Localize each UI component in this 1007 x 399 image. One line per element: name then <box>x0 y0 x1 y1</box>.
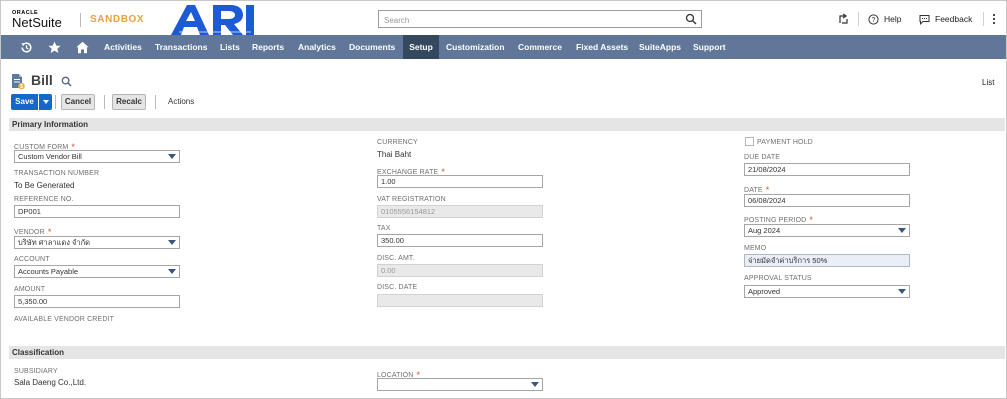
recent-history-icon[interactable] <box>20 41 33 54</box>
nav-reports[interactable]: Reports <box>252 35 284 59</box>
feedback-icon <box>919 14 930 25</box>
header-divider <box>858 12 859 26</box>
account-label: ACCOUNT <box>14 256 50 263</box>
disc-date-field <box>377 294 543 307</box>
due-date-input[interactable]: 21/08/2024 <box>744 163 910 176</box>
ari-company-logo <box>171 5 254 35</box>
nav-setup[interactable]: Setup <box>403 35 439 59</box>
feedback-link[interactable]: Feedback <box>919 13 972 25</box>
list-link[interactable]: List <box>982 78 994 87</box>
help-label: Help <box>884 14 902 24</box>
section-classification[interactable]: Classification <box>9 346 1005 359</box>
global-search[interactable] <box>378 10 702 28</box>
nav-lists[interactable]: Lists <box>220 35 240 59</box>
more-options-icon[interactable] <box>991 13 997 25</box>
amount-input[interactable]: 5,350.00 <box>14 295 180 308</box>
section-primary-information[interactable]: Primary Information <box>9 118 1005 131</box>
nav-support[interactable]: Support <box>693 35 726 59</box>
available-vendor-credit-label: AVAILABLE VENDOR CREDIT <box>14 316 115 323</box>
tax-input[interactable]: 350.00 <box>377 234 543 247</box>
top-header: ORACLE NetSuite SANDBOX ? Help Feedba <box>1 1 1006 35</box>
exchange-rate-input[interactable]: 1.00 <box>377 175 543 188</box>
date-input[interactable]: 06/08/2024 <box>744 194 910 207</box>
payment-hold-checkbox[interactable] <box>745 137 754 146</box>
svg-text:?: ? <box>872 17 876 24</box>
actions-menu[interactable]: Actions <box>168 97 194 106</box>
recent-records-icon[interactable] <box>837 13 849 25</box>
posting-period-label: POSTING PERIOD * <box>744 215 814 225</box>
main-navigation: Activities Transactions Lists Reports An… <box>1 35 1006 59</box>
bill-record-icon: $ <box>12 74 25 90</box>
search-input[interactable] <box>382 12 676 28</box>
disc-date-label: DISC. DATE <box>377 284 418 291</box>
page-title: Bill <box>31 72 53 88</box>
save-options-dropdown[interactable] <box>39 94 52 110</box>
date-label: DATE * <box>744 185 770 195</box>
nav-transactions[interactable]: Transactions <box>155 35 207 59</box>
save-button[interactable]: Save <box>11 94 38 110</box>
disc-amt-label: DISC. AMT. <box>377 255 415 262</box>
nav-customization[interactable]: Customization <box>446 35 505 59</box>
posting-period-select[interactable]: Aug 2024 <box>744 224 910 237</box>
location-select[interactable] <box>377 378 543 391</box>
nav-suiteapps[interactable]: SuiteApps <box>639 35 681 59</box>
nav-commerce[interactable]: Commerce <box>518 35 562 59</box>
help-icon: ? <box>868 13 879 25</box>
header-divider <box>80 13 81 27</box>
netsuite-wordmark[interactable]: NetSuite <box>12 15 62 30</box>
nav-fixed-assets[interactable]: Fixed Assets <box>576 35 628 59</box>
vat-registration-label: VAT REGISTRATION <box>377 196 446 203</box>
vendor-label: VENDOR * <box>14 227 52 237</box>
button-divider <box>55 95 56 109</box>
subsidiary-label: SUBSIDIARY <box>14 368 58 375</box>
button-divider <box>104 95 105 109</box>
subsidiary-value: Sala Daeng Co.,Ltd. <box>14 378 87 387</box>
nav-analytics[interactable]: Analytics <box>298 35 336 59</box>
currency-value: Thai Baht <box>377 150 412 159</box>
currency-label: CURRENCY <box>377 139 418 146</box>
button-divider <box>155 95 156 109</box>
feedback-label: Feedback <box>935 14 973 24</box>
transaction-number-label: TRANSACTION NUMBER <box>14 170 100 177</box>
account-select[interactable]: Accounts Payable <box>14 265 180 278</box>
reference-no-input[interactable]: DP001 <box>14 205 180 218</box>
search-icon[interactable] <box>685 13 697 25</box>
header-divider <box>983 12 984 26</box>
transaction-number-value: To Be Generated <box>14 181 75 190</box>
favorites-star-icon[interactable] <box>48 41 61 54</box>
help-link[interactable]: ? Help <box>868 13 901 25</box>
payment-hold-label: PAYMENT HOLD <box>757 139 813 146</box>
record-search-icon[interactable] <box>61 76 72 87</box>
sandbox-badge: SANDBOX <box>90 14 145 25</box>
nav-documents[interactable]: Documents <box>349 35 395 59</box>
home-icon[interactable] <box>76 41 89 54</box>
svg-text:$: $ <box>20 84 23 90</box>
memo-label: MEMO <box>744 245 767 252</box>
amount-label: AMOUNT <box>14 286 46 293</box>
cancel-button[interactable]: Cancel <box>61 94 95 110</box>
tax-label: TAX <box>377 225 391 232</box>
custom-form-select[interactable]: Custom Vendor Bill <box>14 150 180 163</box>
vat-registration-field: 0105556154812 <box>377 205 543 218</box>
vendor-select[interactable]: บริษัท ศาลาแดง จำกัด <box>14 236 180 249</box>
due-date-label: DUE DATE <box>744 154 781 161</box>
reference-no-label: REFERENCE NO. <box>14 196 74 203</box>
approval-status-select[interactable]: Approved <box>744 285 910 298</box>
disc-amt-field: 0.00 <box>377 264 543 277</box>
memo-input[interactable]: จ่ายมัดจำค่าบริการ 50% <box>744 254 910 267</box>
approval-status-label: APPROVAL STATUS <box>744 275 812 282</box>
nav-activities[interactable]: Activities <box>104 35 142 59</box>
save-button-group: Save <box>11 94 52 110</box>
recalc-button[interactable]: Recalc <box>112 94 146 110</box>
